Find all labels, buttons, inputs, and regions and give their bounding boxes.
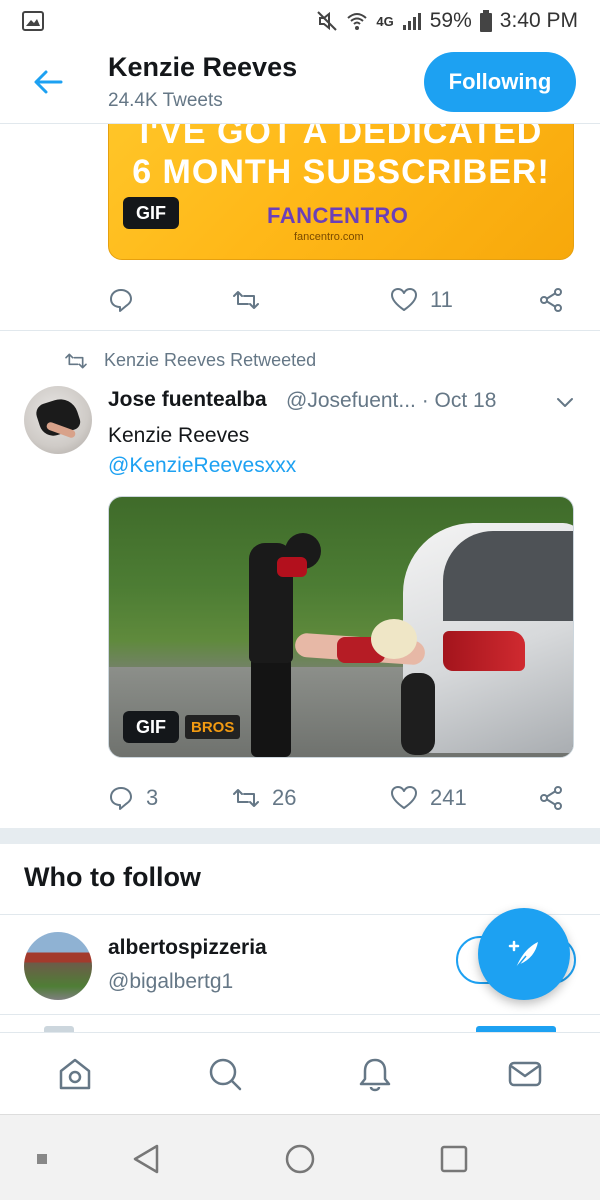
tab-search[interactable] (185, 1044, 265, 1104)
tweet-divider (0, 330, 600, 331)
compose-tweet-button[interactable] (478, 908, 570, 1000)
avatar[interactable] (24, 932, 92, 1000)
reply-button[interactable]: 3 (108, 785, 232, 811)
gif-media-card[interactable]: I'VE GOT A DEDICATED 6 MONTH SUBSCRIBER!… (108, 124, 574, 260)
timeline[interactable]: I'VE GOT A DEDICATED 6 MONTH SUBSCRIBER!… (0, 124, 600, 1032)
compose-tweet-icon (508, 940, 538, 969)
promo-url: fancentro.com (294, 231, 364, 243)
profile-name: Kenzie Reeves (108, 52, 298, 82)
chevron-down-icon (557, 398, 573, 407)
share-icon (540, 288, 562, 312)
network-label: 4G (376, 13, 394, 29)
share-icon (540, 786, 562, 810)
gif-badge: GIF (123, 197, 179, 229)
system-home-button[interactable] (280, 1139, 320, 1179)
retweet-icon (65, 353, 87, 368)
signal-icon (402, 11, 422, 31)
gif-badge: GIF (123, 711, 179, 743)
retweet-count: 26 (272, 785, 297, 810)
gallery-notification-icon (22, 11, 44, 31)
home-icon (59, 1058, 91, 1089)
promo-text-line1: I'VE GOT A DEDICATED (139, 124, 543, 151)
tweet-actions: 11 (108, 280, 578, 320)
tweet-actions: 3 26 241 (108, 778, 578, 818)
reply-icon (110, 289, 132, 312)
clock: 3:40 PM (499, 9, 578, 32)
system-overview-button[interactable] (434, 1139, 474, 1179)
share-button[interactable] (538, 785, 564, 811)
media-watermark: BROS (185, 715, 241, 739)
gif-media-card[interactable]: GIF BROS (108, 496, 574, 758)
retweet-icon (233, 291, 259, 309)
messages-icon (508, 1061, 542, 1086)
status-bar: 4G 59% 3:40 PM (0, 0, 600, 42)
share-button[interactable] (538, 287, 564, 313)
recents-dot-button[interactable] (22, 1139, 62, 1179)
promo-brand-logo: FANCENTRO (267, 203, 409, 228)
heart-icon (391, 288, 417, 311)
battery-icon (479, 10, 492, 32)
tweet-count: 24.4K Tweets (108, 90, 223, 111)
reply-button[interactable] (108, 287, 232, 313)
tab-messages[interactable] (485, 1044, 565, 1104)
reply-count: 3 (146, 785, 159, 810)
wifi-icon (346, 10, 368, 32)
like-button[interactable]: 11 (390, 287, 538, 313)
system-navigation-bar (0, 1114, 600, 1200)
home-circle-icon (285, 1144, 315, 1174)
search-icon (209, 1058, 242, 1090)
tweet-menu-button[interactable] (552, 390, 578, 416)
battery-percent: 59% (429, 9, 472, 32)
back-triangle-icon (133, 1144, 159, 1174)
system-back-button[interactable] (126, 1139, 166, 1179)
tweet-mention-link[interactable]: @KenzieReevesxxx (108, 454, 296, 478)
mute-icon (316, 10, 338, 32)
arrow-left-icon (34, 70, 63, 94)
retweet-context-label: Kenzie Reeves Retweeted (104, 350, 317, 370)
retweet-button[interactable]: 26 (232, 785, 390, 811)
like-count: 241 (430, 785, 467, 810)
list-divider (0, 1014, 600, 1015)
bottom-tab-bar (0, 1032, 600, 1114)
notifications-icon (359, 1058, 391, 1091)
suggested-user-name[interactable]: albertospizzeria (108, 936, 267, 960)
section-divider (0, 828, 600, 844)
profile-header: Kenzie Reeves 24.4K Tweets Following (0, 42, 600, 124)
tab-notifications[interactable] (335, 1044, 415, 1104)
back-button[interactable] (28, 64, 68, 100)
heart-icon (391, 786, 417, 809)
tweet-author-name[interactable]: Jose fuentealba (108, 388, 267, 412)
promo-text-line2: 6 MONTH SUBSCRIBER! (132, 153, 550, 191)
tweet-author-handle-date: @Josefuent... · Oct 18 (286, 389, 497, 412)
media-badges: GIF BROS (123, 711, 241, 743)
overview-square-icon (440, 1145, 468, 1173)
recents-dot-icon (37, 1154, 47, 1164)
following-button[interactable]: Following (424, 52, 576, 112)
suggested-user-handle: @bigalbertg1 (108, 970, 234, 993)
like-button[interactable]: 241 (390, 785, 538, 811)
like-count: 11 (430, 287, 453, 312)
retweet-button[interactable] (232, 288, 390, 312)
reply-icon (110, 787, 132, 810)
avatar[interactable] (24, 386, 92, 454)
tweet-text: Kenzie Reeves (108, 424, 250, 447)
retweet-icon (233, 789, 259, 807)
retweet-context: Kenzie Reeves Retweeted (64, 350, 316, 371)
who-to-follow-title: Who to follow (24, 862, 201, 892)
tab-home[interactable] (35, 1044, 115, 1104)
